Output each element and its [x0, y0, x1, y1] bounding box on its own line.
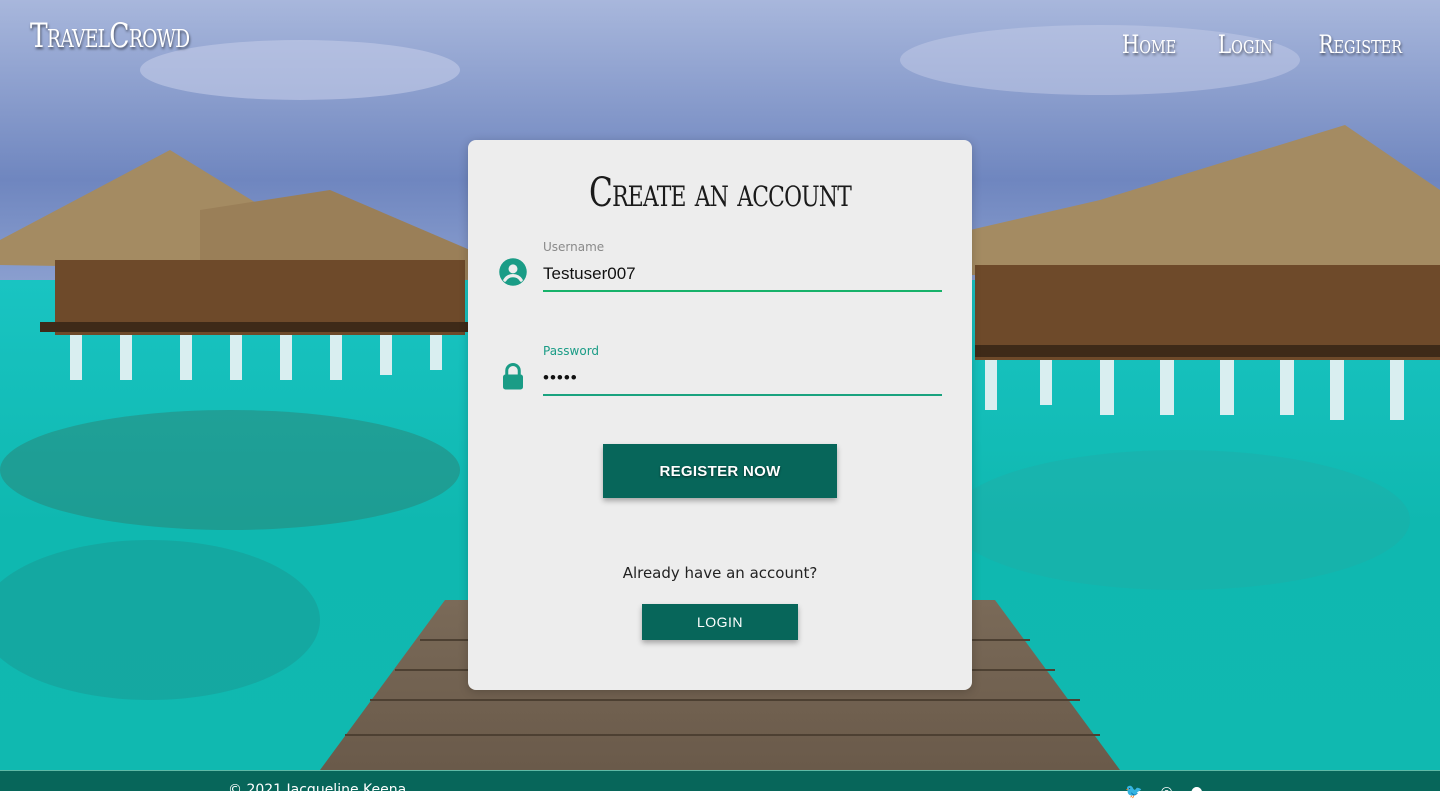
username-label: Username [543, 240, 605, 254]
page-title: Create an account [588, 170, 852, 216]
register-card: Create an account Username Password Regi… [468, 140, 972, 690]
nav-home-link[interactable]: Home [1122, 30, 1177, 59]
nav-register-link[interactable]: Register [1318, 30, 1402, 59]
lock-icon [503, 363, 523, 390]
username-input[interactable] [543, 258, 942, 292]
nav-login-link[interactable]: Login [1218, 30, 1273, 59]
social-links: 🐦 ◎ ● [1125, 784, 1203, 800]
footer-copyright: © 2021 Jacqueline Keena [228, 782, 407, 798]
password-label: Password [543, 344, 600, 358]
password-input[interactable] [543, 362, 942, 396]
brand-logo[interactable]: TravelCrowd [30, 16, 190, 56]
account-circle-icon [499, 258, 527, 286]
facebook-icon[interactable]: ● [1191, 784, 1203, 800]
already-have-account-text: Already have an account? [622, 564, 818, 582]
main-nav: Home Login Register [1115, 30, 1412, 59]
register-now-button[interactable]: Register Now [603, 444, 837, 498]
twitter-icon[interactable]: 🐦 [1125, 784, 1142, 800]
login-button[interactable]: Login [642, 604, 798, 640]
footer: © 2021 Jacqueline Keena 🐦 ◎ ● [0, 770, 1440, 800]
instagram-icon[interactable]: ◎ [1160, 784, 1172, 800]
